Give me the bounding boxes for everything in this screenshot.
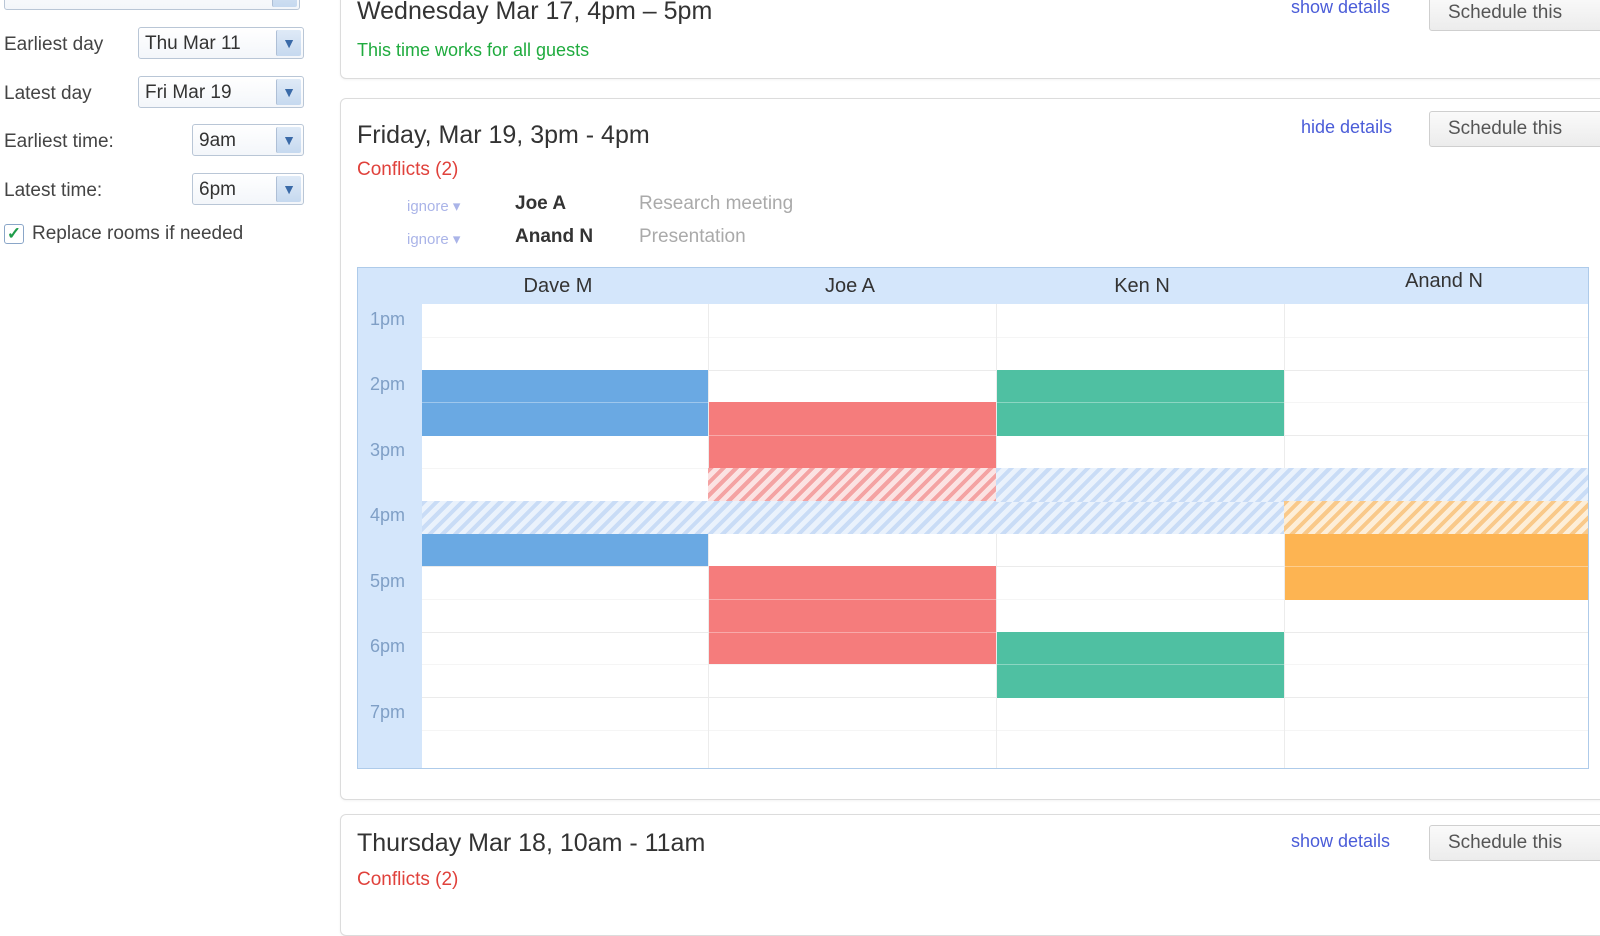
time-label: 6pm xyxy=(370,636,406,656)
latest-time-row: Latest time: 6pm ▼ xyxy=(4,173,304,207)
conflict-event: Presentation xyxy=(639,226,746,247)
chevron-down-icon: ▼ xyxy=(272,0,297,7)
suggestion-title: Thursday Mar 18, 10am - 11am xyxy=(357,829,706,857)
replace-rooms-row: ✓ Replace rooms if needed xyxy=(4,222,304,248)
time-label: 2pm xyxy=(370,374,406,394)
chevron-down-icon: ▼ xyxy=(276,127,301,153)
conflict-event: Research meeting xyxy=(639,193,794,214)
time-label: 5pm xyxy=(370,571,406,591)
time-column: 1pm 2pm 3pm 4pm 5pm 6pm 7pm xyxy=(358,304,422,768)
show-details-link[interactable]: show details xyxy=(1291,831,1390,852)
busy-block[interactable] xyxy=(709,566,996,664)
busy-block[interactable] xyxy=(1285,534,1588,600)
schedule-this-button[interactable]: Schedule this xyxy=(1429,111,1600,147)
earliest-day-label: Earliest day xyxy=(4,34,104,55)
chevron-down-icon: ▼ xyxy=(276,30,301,56)
replace-rooms-checkbox[interactable]: ✓ xyxy=(4,224,24,244)
ignore-dropdown[interactable]: ignore ▾ xyxy=(407,197,460,215)
suggestion-card: Friday, Mar 19, 3pm - 4pm Conflicts (2) … xyxy=(340,98,1600,800)
cutoff-select[interactable]: ▼ xyxy=(4,0,300,10)
conflicts-count: Conflicts (2) xyxy=(357,159,459,180)
conflict-person: Joe A xyxy=(515,193,567,214)
conflict-overlap xyxy=(708,468,996,501)
chevron-down-icon: ▼ xyxy=(276,176,301,202)
earliest-time-row: Earliest time: 9am ▼ xyxy=(4,124,304,158)
proposed-slot-highlight xyxy=(996,468,1588,502)
busy-block[interactable] xyxy=(997,370,1284,436)
latest-time-select[interactable]: 6pm ▼ xyxy=(192,173,304,205)
time-label: 1pm xyxy=(370,309,406,329)
grid-line xyxy=(422,337,1588,338)
column-divider xyxy=(708,304,709,768)
show-details-link[interactable]: show details xyxy=(1291,0,1390,18)
column-header: Anand N xyxy=(1405,270,1483,292)
suggestion-card: Thursday Mar 18, 10am - 11am Conflicts (… xyxy=(340,814,1600,936)
busy-block[interactable] xyxy=(422,370,708,436)
earliest-day-select[interactable]: Thu Mar 11 ▼ xyxy=(138,27,304,59)
earliest-day-row: Earliest day Thu Mar 11 ▼ xyxy=(4,27,304,61)
ignore-dropdown[interactable]: ignore ▾ xyxy=(407,230,460,248)
latest-time-label: Latest time: xyxy=(4,180,103,201)
suggestion-status: This time works for all guests xyxy=(357,40,590,60)
chevron-down-icon: ▼ xyxy=(276,79,301,105)
earliest-time-value: 9am xyxy=(199,130,236,151)
column-header: Dave M xyxy=(523,275,593,297)
hide-details-link[interactable]: hide details xyxy=(1301,117,1392,138)
time-label: 3pm xyxy=(370,440,406,460)
busy-block[interactable] xyxy=(422,534,708,566)
busy-block[interactable] xyxy=(709,402,996,468)
grid-header: Dave M Joe A Ken N Anand N xyxy=(358,268,1588,304)
schedule-this-button[interactable]: Schedule this xyxy=(1429,0,1600,31)
conflict-person: Anand N xyxy=(515,226,594,247)
suggestion-card: Wednesday Mar 17, 4pm – 5pm This time wo… xyxy=(340,0,1600,79)
conflict-overlap xyxy=(1284,501,1588,534)
options-sidebar: ▼ Earliest day Thu Mar 11 ▼ Latest day F… xyxy=(0,0,320,900)
latest-day-row: Latest day Fri Mar 19 ▼ xyxy=(4,76,304,110)
time-label: 4pm xyxy=(370,505,406,525)
conflicts-count: Conflicts (2) xyxy=(357,869,459,890)
earliest-time-label: Earliest time: xyxy=(4,131,114,152)
busy-block[interactable] xyxy=(997,632,1284,698)
grid-line xyxy=(422,730,1588,731)
conflict-item: ignore ▾ Anand N Presentation xyxy=(385,226,1085,252)
suggestion-title: Wednesday Mar 17, 4pm – 5pm xyxy=(357,0,713,25)
replace-rooms-label[interactable]: Replace rooms if needed xyxy=(32,223,243,245)
column-header: Ken N xyxy=(1114,275,1170,297)
latest-day-value: Fri Mar 19 xyxy=(145,82,232,103)
proposed-slot-highlight xyxy=(422,501,1284,534)
conflict-item: ignore ▾ Joe A Research meeting xyxy=(385,193,1085,219)
time-label: 7pm xyxy=(370,702,406,722)
latest-day-select[interactable]: Fri Mar 19 ▼ xyxy=(138,76,304,108)
latest-day-label: Latest day xyxy=(4,83,92,104)
schedule-grid: Dave M Joe A Ken N Anand N 1pm 2pm 3pm 4… xyxy=(357,267,1589,769)
column-header: Joe A xyxy=(824,275,876,297)
earliest-time-select[interactable]: 9am ▼ xyxy=(192,124,304,156)
latest-time-value: 6pm xyxy=(199,179,236,200)
earliest-day-value: Thu Mar 11 xyxy=(145,33,241,54)
schedule-this-button[interactable]: Schedule this xyxy=(1429,825,1600,861)
suggestion-title: Friday, Mar 19, 3pm - 4pm xyxy=(357,121,650,149)
